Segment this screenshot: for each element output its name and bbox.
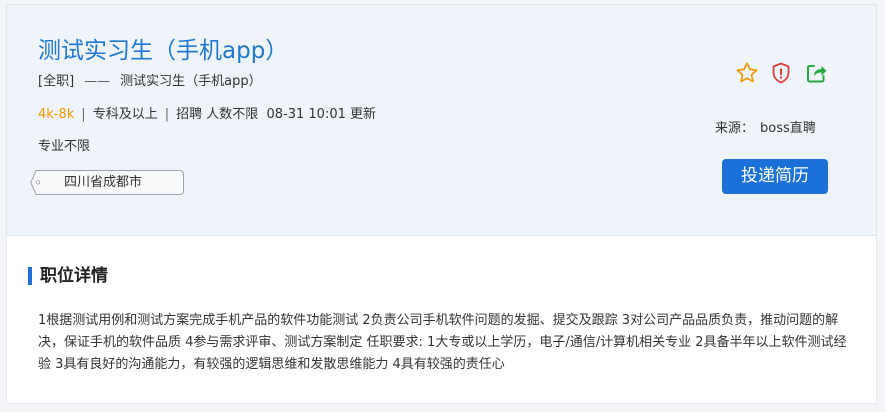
major-requirement: 专业不限 — [38, 139, 91, 154]
apply-resume-button[interactable]: 投递简历 — [722, 159, 828, 194]
job-meta: 4k-8k | 专科及以上 | 招聘 人数不限 08-31 10:01 更新 — [38, 105, 376, 125]
location-tag: 四川省成都市 — [30, 170, 184, 195]
subtitle-job-name: 测试实习生（手机app） — [120, 74, 262, 89]
source-value: boss直聘 — [760, 121, 816, 136]
shield-icon[interactable] — [769, 61, 793, 85]
meta-divider: | — [81, 107, 86, 122]
salary-range: 4k-8k — [38, 107, 75, 122]
job-type-tag: [全职] — [38, 74, 75, 89]
section-title-bar — [28, 267, 32, 285]
education-requirement: 专科及以上 — [92, 107, 158, 122]
job-subtitle: [全职] —— 测试实习生（手机app） — [38, 72, 262, 92]
subtitle-separator: —— — [84, 74, 111, 89]
meta-divider: | — [164, 107, 170, 122]
source-label: 来源： — [715, 121, 755, 136]
job-description: 1根据测试用例和测试方案完成手机产品的软件功能测试 2负责公司手机软件问题的发掘… — [38, 313, 847, 372]
section-title-text: 职位详情 — [40, 266, 108, 286]
job-source: 来源： boss直聘 — [715, 119, 816, 139]
star-icon[interactable] — [735, 61, 759, 85]
location-text: 四川省成都市 — [64, 175, 143, 190]
job-actions — [735, 61, 829, 87]
recruit-count: 招聘 人数不限 — [176, 107, 259, 122]
update-time: 08-31 10:01 更新 — [266, 107, 377, 122]
section-title: 职位详情 — [28, 265, 108, 287]
job-detail-card: 职位详情 1根据测试用例和测试方案完成手机产品的软件功能测试 2负责公司手机软件… — [6, 236, 877, 404]
job-title: 测试实习生（手机app） — [38, 38, 289, 64]
job-detail-page: 测试实习生（手机app） [全职] —— 测试实习生（手机app） 4k-8k | 专科… — [0, 0, 885, 412]
share-icon[interactable] — [805, 61, 829, 85]
tag-notch-shape — [30, 170, 41, 195]
job-header-card: 测试实习生（手机app） [全职] —— 测试实习生（手机app） 4k-8k | 专科… — [6, 4, 877, 236]
